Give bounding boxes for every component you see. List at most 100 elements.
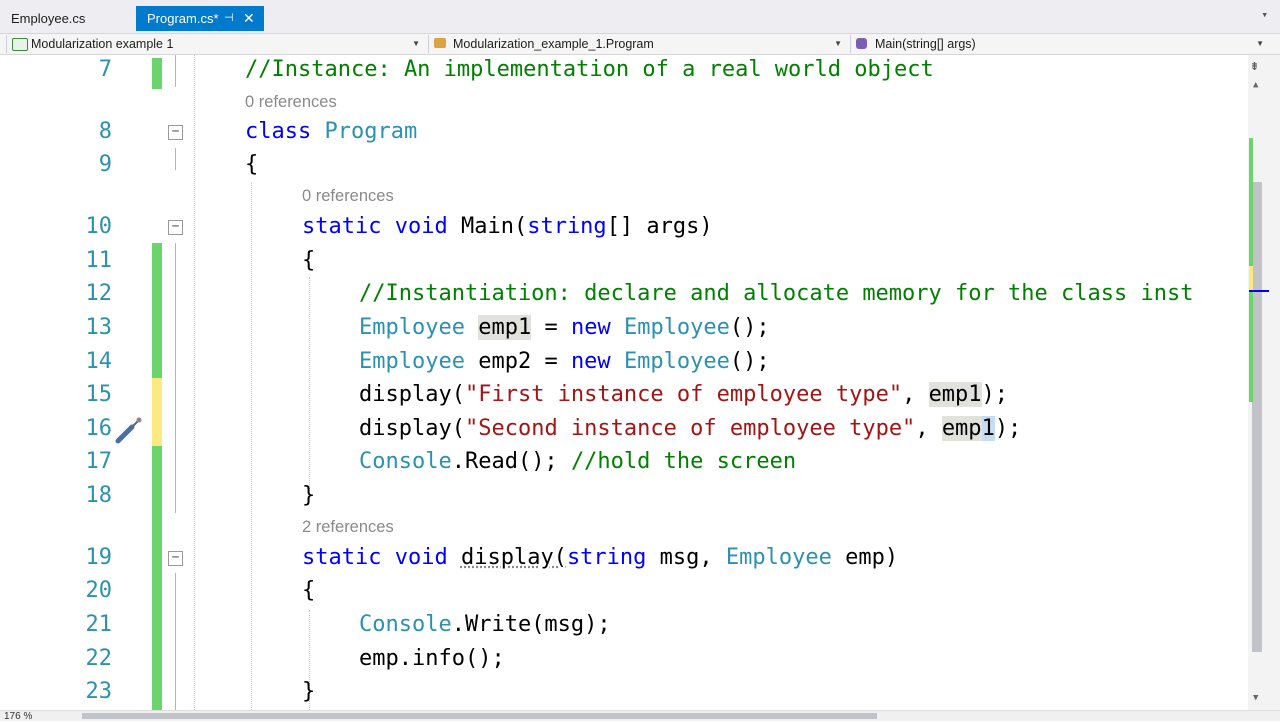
code-text: );	[994, 416, 1022, 441]
code-text: .Write(msg);	[451, 612, 611, 637]
type-name: Employee	[623, 315, 730, 340]
line-number: 10	[85, 214, 113, 239]
collapse-display-icon[interactable]: −	[168, 551, 183, 566]
highlighted-reference: emp1	[478, 315, 532, 340]
chevron-down-icon: ▼	[1256, 39, 1264, 48]
line-number: 15	[85, 382, 113, 407]
indent-guide	[251, 183, 252, 710]
keyword: new	[570, 349, 611, 374]
collapse-main-icon[interactable]: −	[168, 220, 183, 235]
tab-employee-cs[interactable]: Employee.cs	[0, 6, 136, 31]
line-number: 9	[98, 152, 112, 177]
code-line-20[interactable]: {	[302, 578, 315, 603]
line-number: 21	[85, 612, 113, 637]
codelens-references[interactable]: 0 references	[302, 187, 394, 206]
navigation-bar: Modularization example 1 ▼ Modularizatio…	[0, 33, 1280, 55]
code-text: .Read();	[451, 449, 571, 474]
tab-list-dropdown-icon[interactable]: ▾	[1261, 8, 1268, 21]
line-number: 19	[85, 545, 113, 570]
method-name: Main(	[460, 214, 528, 239]
keyword: static	[302, 545, 382, 570]
code-line-21[interactable]: Console.Write(msg);	[359, 612, 611, 637]
code-line-14[interactable]: Employee emp2 = new Employee();	[359, 349, 770, 374]
code-text: ();	[729, 315, 770, 340]
code-line-15[interactable]: display("First instance of employee type…	[359, 382, 1008, 407]
change-marker	[152, 58, 162, 89]
code-line-23[interactable]: }	[302, 679, 315, 704]
member-name: Main(string[] args)	[875, 37, 976, 51]
code-line-12[interactable]: //Instantiation: declare and allocate me…	[359, 281, 1193, 306]
type-name: Console	[359, 449, 452, 474]
csharp-project-icon	[12, 38, 28, 51]
code-line-11[interactable]: {	[302, 248, 315, 273]
code-text: ,	[902, 382, 929, 407]
tab-label: Program.cs*	[147, 11, 219, 26]
split-window-icon[interactable]: ⇟	[1250, 56, 1259, 74]
horizontal-scrollbar-thumb[interactable]	[82, 713, 877, 719]
code-line-18[interactable]: }	[302, 483, 315, 508]
code-line-9[interactable]: {	[245, 152, 258, 177]
code-text: display(	[359, 382, 465, 407]
pin-icon[interactable]: ⊣	[224, 6, 234, 31]
line-number: 13	[85, 315, 113, 340]
close-icon[interactable]: ✕	[243, 6, 255, 31]
code-line-19[interactable]: static void display(string msg, Employee…	[302, 545, 898, 570]
keyword: void	[394, 545, 448, 570]
keyword: class	[245, 119, 312, 144]
type-name: Console	[359, 612, 452, 637]
line-number: 7	[98, 57, 112, 82]
indent-guide	[194, 55, 195, 710]
indent-guide	[309, 277, 310, 497]
method-icon	[856, 38, 867, 49]
code-text: emp2 =	[464, 349, 571, 374]
code-line-13[interactable]: Employee emp1 = new Employee();	[359, 315, 770, 340]
type-name: Employee	[725, 545, 832, 570]
string-literal: "Second instance of employee type"	[464, 416, 916, 441]
keyword: static	[302, 214, 382, 239]
collapse-class-icon[interactable]: −	[168, 125, 183, 140]
code-line-7[interactable]: //Instance: An implementation of a real …	[245, 57, 934, 82]
line-number: 17	[85, 449, 113, 474]
chevron-down-icon: ▼	[412, 39, 420, 48]
chevron-down-icon: ▼	[834, 39, 842, 48]
tab-program-cs[interactable]: Program.cs* ⊣ ✕	[136, 6, 264, 31]
scrollbar-thumb[interactable]	[1252, 182, 1262, 652]
class-name: Modularization_example_1.Program	[453, 37, 654, 51]
outline-line	[175, 573, 176, 710]
code-text: ,	[915, 416, 942, 441]
zoom-level[interactable]: 176 %	[4, 711, 32, 722]
scroll-down-icon[interactable]: ▼	[1253, 693, 1258, 703]
change-marker	[152, 446, 162, 710]
line-number: 16	[85, 416, 113, 441]
line-number: 14	[85, 349, 113, 374]
line-number: 20	[85, 578, 113, 603]
member-dropdown[interactable]: Main(string[] args) ▼	[850, 35, 1270, 53]
keyword: new	[570, 315, 611, 340]
code-line-17[interactable]: Console.Read(); //hold the screen	[359, 449, 796, 474]
type-name: Employee	[359, 349, 465, 374]
quick-actions-icon[interactable]	[114, 415, 144, 445]
type-name: Program	[324, 119, 418, 144]
codelens-references[interactable]: 0 references	[245, 93, 337, 112]
type-name: Employee	[359, 315, 465, 340]
codelens-references[interactable]: 2 references	[302, 518, 394, 537]
change-map-marker	[1249, 266, 1253, 290]
keyword: string	[527, 214, 607, 239]
code-line-16[interactable]: display("Second instance of employee typ…	[359, 416, 1021, 441]
text-selection: 1	[981, 416, 995, 441]
keyword: void	[394, 214, 448, 239]
code-line-10[interactable]: static void Main(string[] args)	[302, 214, 713, 239]
project-dropdown[interactable]: Modularization example 1 ▼	[6, 35, 426, 53]
caret-position-marker	[1249, 290, 1269, 292]
class-dropdown[interactable]: Modularization_example_1.Program ▼	[428, 35, 848, 53]
comment: //hold the screen	[570, 449, 797, 474]
code-text: display(	[359, 416, 465, 441]
line-number: 22	[85, 646, 113, 671]
code-line-8[interactable]: class Program	[245, 119, 417, 144]
change-marker	[152, 243, 162, 378]
code-editor[interactable]: − − − 7 8 9 10 11 12 13 14 15 16 17 18 1…	[0, 55, 1248, 710]
scroll-up-icon[interactable]: ▲	[1253, 80, 1258, 90]
code-text: =	[531, 315, 571, 340]
keyword: string	[566, 545, 647, 570]
code-line-22[interactable]: emp.info();	[359, 646, 505, 671]
